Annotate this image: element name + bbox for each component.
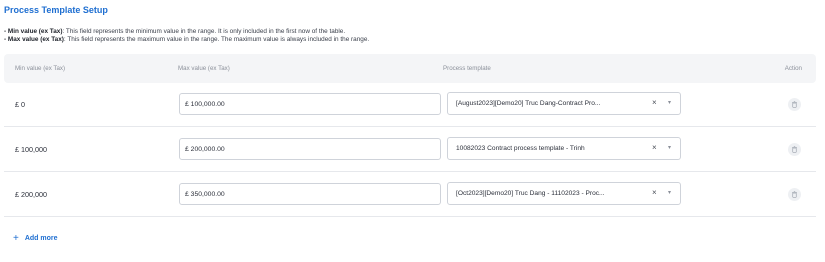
note-min-label: - Min value (ex Tax) <box>4 28 63 35</box>
delete-row-button[interactable] <box>788 143 801 156</box>
trash-icon <box>792 101 797 108</box>
min-value: £ 0 <box>15 100 25 109</box>
clear-icon[interactable]: × <box>652 98 657 107</box>
chevron-down-icon[interactable]: ▾ <box>668 189 671 196</box>
table-row: £ 200,000 [Oct2023][Demo20] Truc Dang - … <box>4 173 816 217</box>
clear-icon[interactable]: × <box>652 143 657 152</box>
min-value: £ 100,000 <box>15 145 47 154</box>
add-more-button[interactable]: + Add more <box>13 232 58 244</box>
max-value-input[interactable] <box>179 183 441 205</box>
header-min-value: Min value (ex Tax) <box>15 65 66 72</box>
process-template-select[interactable]: [August2023][Demo20] Truc Dang-Contract … <box>447 92 681 115</box>
note-max-label: - Max value (ex Tax) <box>4 35 64 43</box>
header-max-value: Max value (ex Tax) <box>178 65 230 72</box>
trash-icon <box>792 146 797 153</box>
header-process-template: Process template <box>443 65 491 72</box>
delete-row-button[interactable] <box>788 188 801 201</box>
field-notes: - Min value (ex Tax): This field represe… <box>4 28 369 43</box>
process-template-value: [August2023][Demo20] Truc Dang-Contract … <box>456 100 601 107</box>
max-value-input[interactable] <box>179 138 441 160</box>
process-template-select[interactable]: [Oct2023][Demo20] Truc Dang - 11102023 -… <box>447 182 681 205</box>
add-more-label: Add more <box>24 235 58 242</box>
note-min: - Min value (ex Tax): This field represe… <box>4 28 369 36</box>
chevron-down-icon[interactable]: ▾ <box>668 99 671 106</box>
clear-icon[interactable]: × <box>652 188 657 197</box>
table-row: £ 100,000 10082023 Contract process temp… <box>4 128 816 172</box>
page-title: Process Template Setup <box>4 5 108 15</box>
process-template-value: [Oct2023][Demo20] Truc Dang - 11102023 -… <box>456 190 605 197</box>
note-min-text: : This field represents the minimum valu… <box>62 28 346 35</box>
plus-icon: + <box>13 233 19 244</box>
trash-icon <box>792 191 797 198</box>
delete-row-button[interactable] <box>788 98 801 111</box>
table-header: Min value (ex Tax) Max value (ex Tax) Pr… <box>4 54 816 83</box>
process-template-value: 10082023 Contract process template - Tri… <box>456 145 585 152</box>
max-value-input[interactable] <box>179 93 441 115</box>
table-row: £ 0 [August2023][Demo20] Truc Dang-Contr… <box>4 83 816 127</box>
note-max-text: : This field represents the maximum valu… <box>63 35 370 43</box>
chevron-down-icon[interactable]: ▾ <box>668 144 671 151</box>
min-value: £ 200,000 <box>15 190 47 199</box>
note-max: - Max value (ex Tax): This field represe… <box>4 36 369 44</box>
header-action: Action <box>784 65 802 72</box>
process-template-select[interactable]: 10082023 Contract process template - Tri… <box>447 137 681 160</box>
